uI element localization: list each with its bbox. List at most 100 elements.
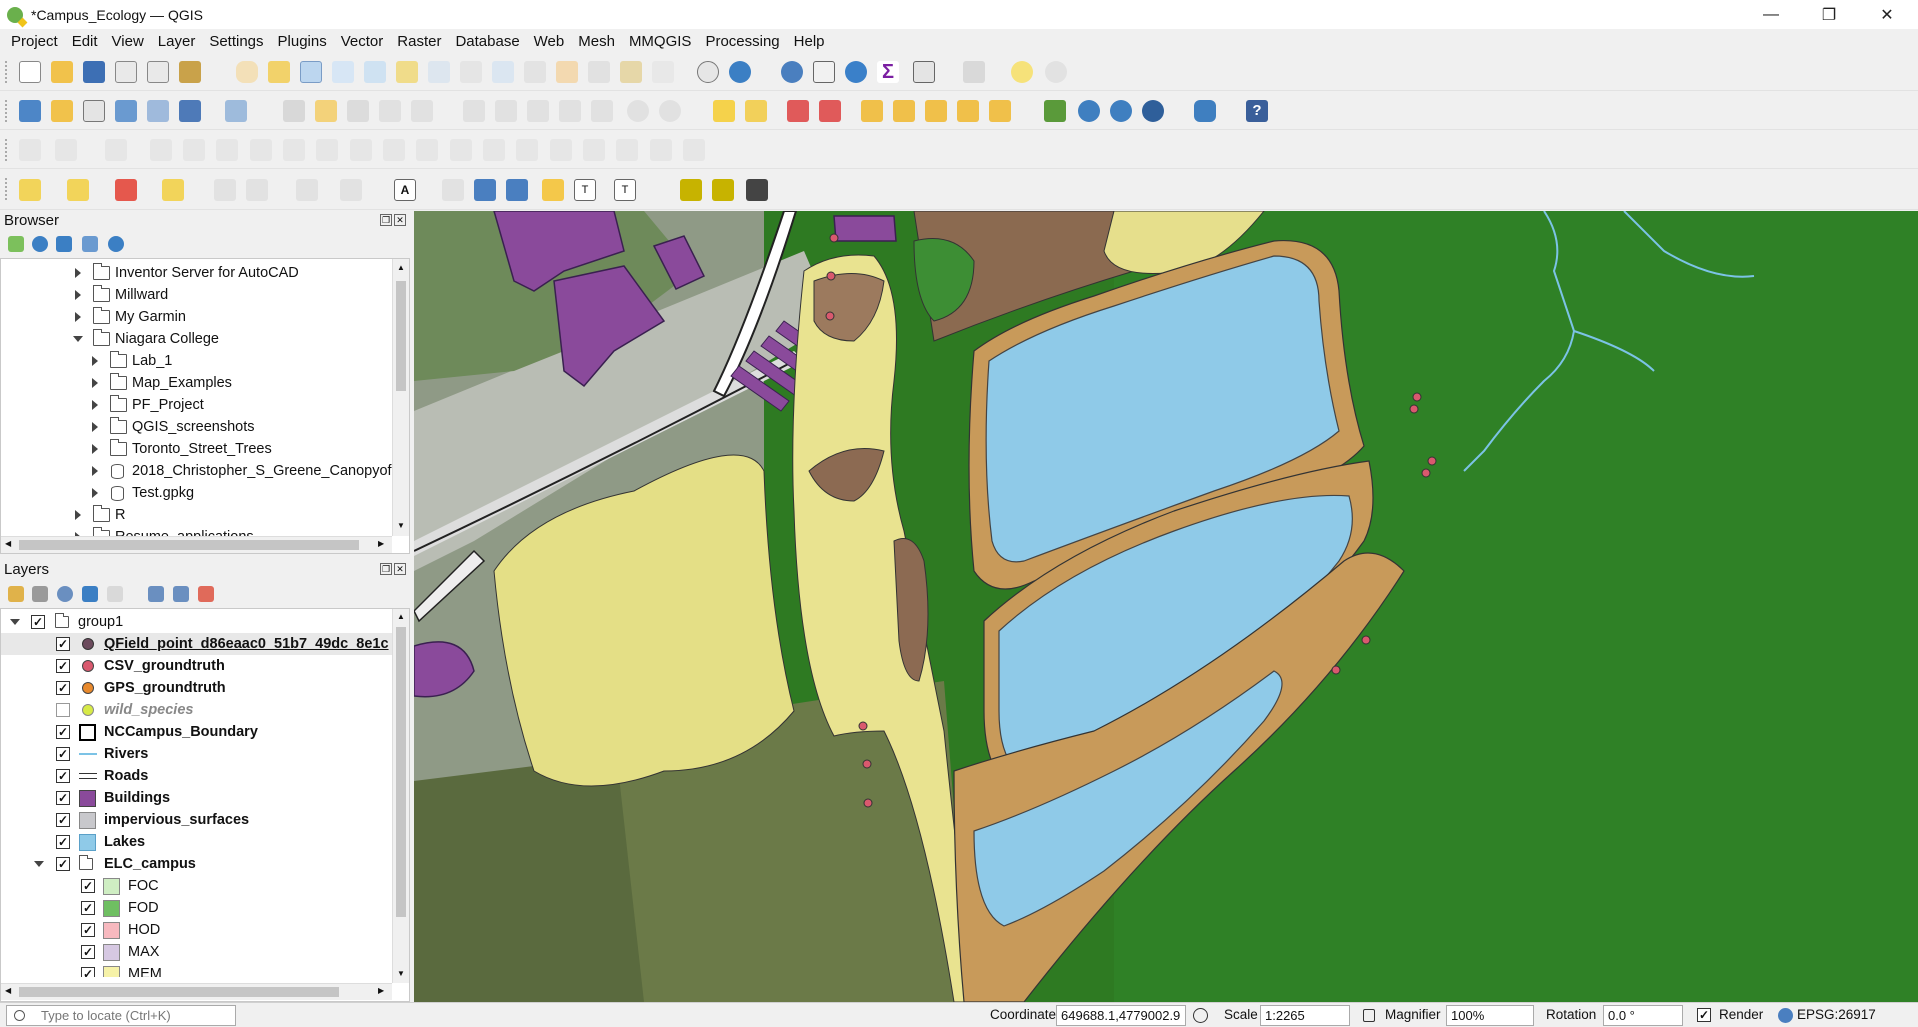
offset-point-icon[interactable] (616, 139, 638, 161)
collapse-all-icon[interactable] (173, 586, 189, 602)
merge-attributes-icon[interactable] (550, 139, 572, 161)
undo-icon[interactable] (627, 100, 649, 122)
csv-groundtruth-point[interactable] (1412, 392, 1422, 402)
menu-mmqgis[interactable]: MMQGIS (622, 33, 699, 50)
create-text-annotation-icon[interactable]: T (574, 179, 596, 201)
scroll-up-icon[interactable]: ▲ (397, 263, 405, 272)
rotation-spinbox[interactable]: 0.0 ° (1603, 1005, 1683, 1026)
rotate-feature-icon[interactable] (683, 139, 705, 161)
new-virtual-layer-icon[interactable] (147, 100, 169, 122)
highlight-labels-icon[interactable] (819, 100, 841, 122)
layer-visibility-checkbox[interactable]: ✓ (56, 835, 70, 849)
filter-legend-icon[interactable] (82, 586, 98, 602)
vertex-tool-icon[interactable] (411, 100, 433, 122)
add-group-icon[interactable] (32, 586, 48, 602)
pan-to-selection-icon[interactable] (268, 61, 290, 83)
layer-visibility-checkbox[interactable] (56, 703, 70, 717)
add-selected-layers-icon[interactable] (8, 236, 24, 252)
scroll-left-icon[interactable]: ◀ (5, 539, 11, 548)
layer-gps-groundtruth[interactable]: ✓ GPS_groundtruth (1, 677, 393, 699)
copy-features-icon[interactable] (559, 100, 581, 122)
browser-item[interactable]: QGIS_screenshots (1, 416, 393, 438)
crs-button[interactable]: EPSG:26917 (1797, 1007, 1876, 1022)
layer-visibility-checkbox[interactable]: ✓ (56, 813, 70, 827)
float-panel-icon[interactable]: ❐ (380, 563, 392, 575)
menu-database[interactable]: Database (448, 33, 526, 50)
text-annotation-icon[interactable]: A (394, 179, 416, 201)
merge-features-icon[interactable] (516, 139, 538, 161)
temporal-controller-icon[interactable] (697, 61, 719, 83)
browser-item[interactable]: Test.gpkg (1, 482, 393, 504)
offset-curve-icon[interactable] (350, 139, 372, 161)
toolbar-grip[interactable] (5, 100, 9, 122)
csv-groundtruth-point[interactable] (1427, 456, 1437, 466)
statistics-sigma-icon[interactable]: Σ (877, 61, 899, 83)
menu-web[interactable]: Web (527, 33, 572, 50)
toolbar-grip[interactable] (5, 139, 9, 161)
data-source-manager-icon[interactable] (19, 100, 41, 122)
menu-layer[interactable]: Layer (151, 33, 203, 50)
show-bookmarks-icon[interactable] (652, 61, 674, 83)
pin-labels-icon[interactable] (787, 100, 809, 122)
zoom-to-selection-icon[interactable] (396, 61, 418, 83)
scrollbar-thumb[interactable] (396, 281, 406, 391)
text-format-icon[interactable]: T (614, 179, 636, 201)
new-geopackage-layer-icon[interactable] (51, 100, 73, 122)
coordinate-field[interactable]: 649688.1,4779002.9 (1056, 1005, 1186, 1026)
toolbar-grip[interactable] (5, 178, 9, 200)
remove-layer-icon[interactable] (198, 586, 214, 602)
reshape-icon[interactable] (316, 139, 338, 161)
legend-item-mem[interactable]: ✓ MEM (1, 963, 393, 977)
select-by-value-icon[interactable] (67, 179, 89, 201)
browser-item[interactable]: Inventor Server for AutoCAD (1, 262, 393, 284)
osm-globe-icon[interactable] (1078, 100, 1100, 122)
measure-line-icon[interactable] (963, 61, 985, 83)
zoom-next-icon[interactable] (524, 61, 546, 83)
paste-features-icon[interactable] (591, 100, 613, 122)
measure-area-icon[interactable] (340, 179, 362, 201)
layer-qfield-point[interactable]: ✓ QField_point_d86eaac0_51b7_49dc_8e1c (1, 633, 393, 655)
new-project-icon[interactable] (19, 61, 41, 83)
browser-item[interactable]: R (1, 504, 393, 526)
select-features-icon[interactable] (19, 179, 41, 201)
menu-view[interactable]: View (105, 33, 151, 50)
cut-features-icon[interactable] (527, 100, 549, 122)
layer-wild-species[interactable]: wild_species (1, 699, 393, 721)
locator-search-icon[interactable] (1045, 61, 1067, 83)
class-visibility-checkbox[interactable]: ✓ (81, 901, 95, 915)
select-by-location-icon[interactable] (162, 179, 184, 201)
close-panel-icon[interactable]: ✕ (394, 563, 406, 575)
legend-item-max[interactable]: ✓ MAX (1, 941, 393, 963)
toolbox-icon[interactable] (246, 179, 268, 201)
change-label-icon[interactable] (957, 100, 979, 122)
tools-hammer-icon[interactable] (746, 179, 768, 201)
layers-vertical-scrollbar[interactable]: ▲ ▼ (392, 609, 409, 983)
legend-item-fod[interactable]: ✓ FOD (1, 897, 393, 919)
legend-item-hod[interactable]: ✓ HOD (1, 919, 393, 941)
add-ring-icon[interactable] (150, 139, 172, 161)
browser-item[interactable]: PF_Project (1, 394, 393, 416)
menu-project[interactable]: Project (4, 33, 65, 50)
expand-all-icon[interactable] (148, 586, 164, 602)
restore-button[interactable]: ❐ (1800, 0, 1858, 29)
layer-csv-groundtruth[interactable]: ✓ CSV_groundtruth (1, 655, 393, 677)
reverse-line-icon[interactable] (383, 139, 405, 161)
new-mesh-layer-icon[interactable] (179, 100, 201, 122)
create-polygon-annotation-icon[interactable] (506, 179, 528, 201)
label-properties-icon[interactable] (989, 100, 1011, 122)
node-tool-icon[interactable] (474, 179, 496, 201)
pan-hand-icon[interactable] (236, 61, 258, 83)
layer-visibility-checkbox[interactable]: ✓ (56, 659, 70, 673)
csv-groundtruth-point[interactable] (829, 233, 839, 243)
layer-buildings[interactable]: ✓ Buildings (1, 787, 393, 809)
statistical-summary-icon[interactable] (296, 179, 318, 201)
split-parts-icon[interactable] (105, 139, 127, 161)
class-visibility-checkbox[interactable]: ✓ (81, 879, 95, 893)
csv-groundtruth-point[interactable] (858, 721, 868, 731)
new-print-layout-icon[interactable] (115, 61, 137, 83)
zoom-native-icon[interactable] (460, 61, 482, 83)
csv-groundtruth-point[interactable] (1361, 635, 1371, 645)
redo-icon[interactable] (659, 100, 681, 122)
field-calculator-icon[interactable] (214, 179, 236, 201)
csv-groundtruth-point[interactable] (1421, 468, 1431, 478)
